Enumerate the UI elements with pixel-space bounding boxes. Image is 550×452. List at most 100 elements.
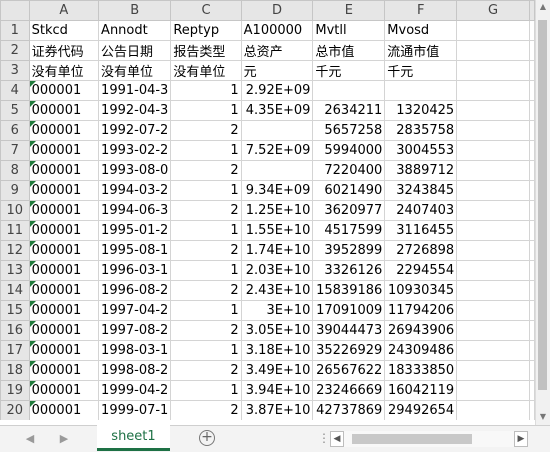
cell-f[interactable]: 2407403	[384, 200, 458, 221]
cell-e[interactable]: 4517599	[312, 220, 386, 241]
cell-b[interactable]: 公告日期	[98, 40, 172, 61]
cell-filler[interactable]	[529, 140, 535, 161]
cell-c[interactable]: 1	[170, 260, 242, 281]
cell-g[interactable]	[456, 180, 530, 201]
row-header[interactable]: 10	[0, 200, 30, 221]
cell-filler[interactable]	[529, 240, 535, 261]
cell-filler[interactable]	[529, 260, 535, 281]
cell-c[interactable]: 2	[170, 400, 242, 420]
cell-a[interactable]: 000001	[28, 180, 100, 201]
cell-f[interactable]: 26943906	[384, 320, 458, 341]
cell-f[interactable]: 3004553	[384, 140, 458, 161]
cell-e[interactable]: 6021490	[312, 180, 386, 201]
cell-a[interactable]: 000001	[28, 340, 100, 361]
cell-d[interactable]	[240, 120, 314, 141]
next-sheet-icon[interactable]: ▶	[56, 431, 72, 447]
cell-filler[interactable]	[529, 380, 535, 401]
cell-e[interactable]: 千元	[312, 60, 386, 81]
cell-b[interactable]: Annodt	[98, 20, 172, 41]
cell-b[interactable]: 1996-08-2	[98, 280, 172, 301]
cell-filler[interactable]	[529, 200, 535, 221]
cell-c[interactable]: Reptyp	[170, 20, 242, 41]
column-header-g[interactable]: G	[456, 0, 530, 21]
cell-e[interactable]: Mvtll	[312, 20, 386, 41]
prev-sheet-icon[interactable]: ◀	[22, 431, 38, 447]
cell-a[interactable]: 000001	[28, 100, 100, 121]
cell-f[interactable]: 1320425	[384, 100, 458, 121]
cell-f[interactable]: 流通市值	[384, 40, 458, 61]
cell-g[interactable]	[456, 100, 530, 121]
cell-b[interactable]: 1992-07-2	[98, 120, 172, 141]
cell-f[interactable]: 24309486	[384, 340, 458, 361]
column-header-d[interactable]: D	[240, 0, 314, 21]
cell-filler[interactable]	[529, 60, 535, 81]
cell-c[interactable]: 1	[170, 100, 242, 121]
cell-filler[interactable]	[529, 320, 535, 341]
cell-f[interactable]: 2726898	[384, 240, 458, 261]
cell-filler[interactable]	[529, 220, 535, 241]
cell-g[interactable]	[456, 20, 530, 41]
cell-a[interactable]: 没有单位	[28, 60, 100, 81]
cell-g[interactable]	[456, 140, 530, 161]
horizontal-scroll-thumb[interactable]	[352, 434, 472, 444]
cell-e[interactable]: 3952899	[312, 240, 386, 261]
cell-g[interactable]	[456, 380, 530, 401]
cell-f[interactable]: 3116455	[384, 220, 458, 241]
cell-d[interactable]: 3.49E+10	[240, 360, 314, 381]
row-header[interactable]: 15	[0, 300, 30, 321]
cell-b[interactable]: 1998-08-2	[98, 360, 172, 381]
column-header-b[interactable]: B	[98, 0, 172, 21]
cell-a[interactable]: 000001	[28, 260, 100, 281]
row-header[interactable]: 7	[0, 140, 30, 161]
cell-e[interactable]: 总市值	[312, 40, 386, 61]
cell-a[interactable]: 000001	[28, 160, 100, 181]
cell-filler[interactable]	[529, 340, 535, 361]
cell-g[interactable]	[456, 160, 530, 181]
cell-g[interactable]	[456, 260, 530, 281]
cell-c[interactable]: 1	[170, 80, 242, 101]
cell-e[interactable]: 15839186	[312, 280, 386, 301]
cell-b[interactable]: 1994-06-3	[98, 200, 172, 221]
cell-e[interactable]: 5657258	[312, 120, 386, 141]
cell-g[interactable]	[456, 40, 530, 61]
cell-c[interactable]: 2	[170, 320, 242, 341]
cell-b[interactable]: 1993-08-0	[98, 160, 172, 181]
scroll-up-icon[interactable]: ▲	[536, 0, 550, 14]
cell-a[interactable]: 000001	[28, 80, 100, 101]
cell-d[interactable]: 3.05E+10	[240, 320, 314, 341]
cell-e[interactable]: 23246669	[312, 380, 386, 401]
cell-filler[interactable]	[529, 120, 535, 141]
cell-g[interactable]	[456, 120, 530, 141]
row-header[interactable]: 3	[0, 60, 30, 81]
cell-b[interactable]: 1999-04-2	[98, 380, 172, 401]
cell-g[interactable]	[456, 280, 530, 301]
cell-b[interactable]: 1996-03-1	[98, 260, 172, 281]
cell-d[interactable]: 3.94E+10	[240, 380, 314, 401]
cell-g[interactable]	[456, 240, 530, 261]
row-header[interactable]: 12	[0, 240, 30, 261]
cell-filler[interactable]	[529, 160, 535, 181]
cell-b[interactable]: 1997-08-2	[98, 320, 172, 341]
cell-e[interactable]: 7220400	[312, 160, 386, 181]
cell-a[interactable]: 000001	[28, 380, 100, 401]
row-header[interactable]: 11	[0, 220, 30, 241]
cell-filler[interactable]	[529, 360, 535, 381]
row-header[interactable]: 9	[0, 180, 30, 201]
cell-a[interactable]: 证券代码	[28, 40, 100, 61]
cell-e[interactable]: 2634211	[312, 100, 386, 121]
cell-a[interactable]: 000001	[28, 280, 100, 301]
cell-b[interactable]: 1999-07-1	[98, 400, 172, 420]
row-header[interactable]: 18	[0, 360, 30, 381]
column-header-f[interactable]: F	[384, 0, 458, 21]
cell-b[interactable]: 1995-08-1	[98, 240, 172, 261]
cell-d[interactable]: 2.03E+10	[240, 260, 314, 281]
cell-f[interactable]: Mvosd	[384, 20, 458, 41]
cell-g[interactable]	[456, 60, 530, 81]
cell-filler[interactable]	[529, 280, 535, 301]
cell-c[interactable]: 1	[170, 340, 242, 361]
row-header[interactable]: 20	[0, 400, 30, 420]
vertical-scrollbar[interactable]: ▲ ▼	[535, 0, 550, 425]
add-sheet-icon[interactable]: +	[199, 430, 215, 446]
cell-g[interactable]	[456, 360, 530, 381]
scroll-down-icon[interactable]: ▼	[536, 410, 550, 424]
